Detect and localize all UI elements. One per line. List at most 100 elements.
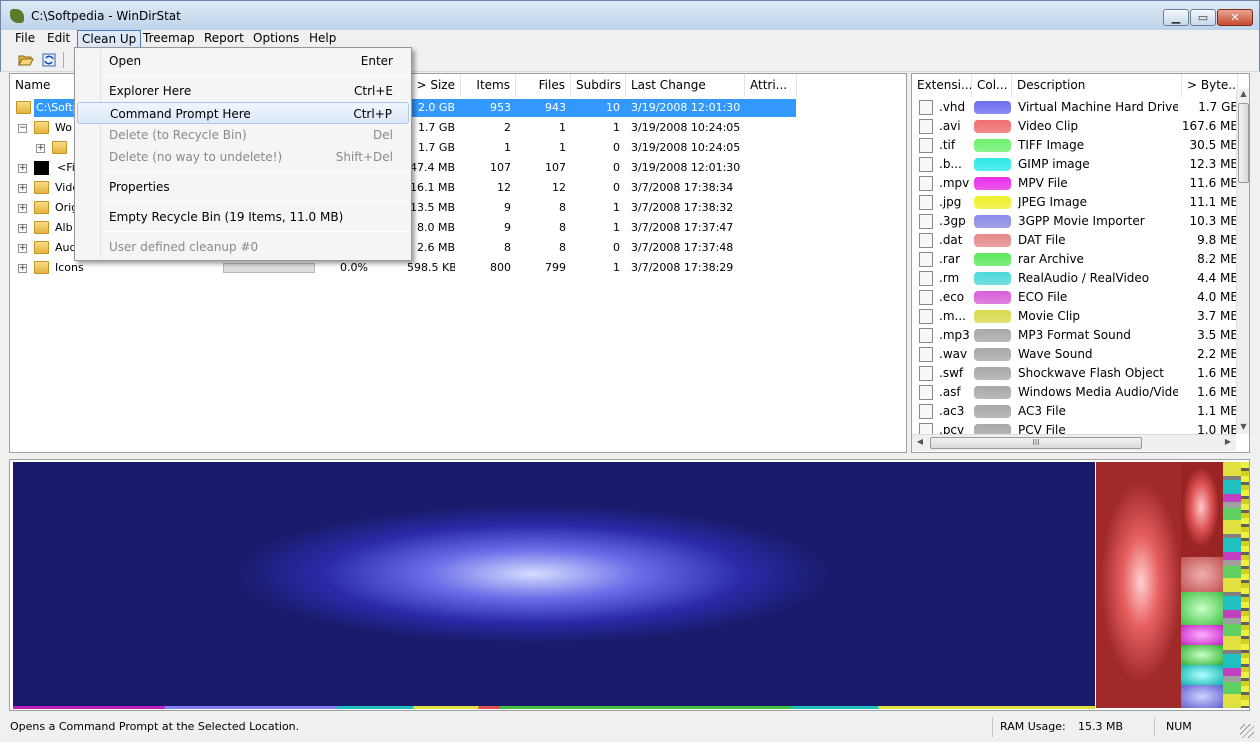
column-header-size[interactable]: > Size	[407, 74, 461, 97]
menu-item-properties[interactable]: Properties	[77, 176, 409, 198]
title-bar[interactable]: C:\Softpedia - WinDirStat ▁ ▭ ✕	[0, 0, 1260, 30]
menu-edit[interactable]: Edit	[43, 30, 74, 48]
scroll-up-icon[interactable]: ▲	[1238, 89, 1249, 101]
scroll-left-icon[interactable]: ◀	[914, 437, 926, 449]
color-swatch	[974, 101, 1011, 114]
extension-row[interactable]: .mpv MPV File 11.6 ME	[912, 174, 1238, 193]
extension-row[interactable]: .ac3 AC3 File 1.1 ME	[912, 402, 1238, 421]
menu-item-label: User defined cleanup #0	[109, 240, 259, 254]
extension-description: TIFF Image	[1018, 138, 1085, 152]
expand-icon[interactable]: +	[36, 144, 45, 153]
menu-item-label: Explorer Here	[109, 84, 192, 98]
extension-horizontal-scrollbar[interactable]: ◀ III ▶	[912, 434, 1236, 451]
refresh-button[interactable]	[40, 51, 58, 69]
extension-row[interactable]: .rm RealAudio / RealVideo 4.4 ME	[912, 269, 1238, 288]
extension-list[interactable]: Extensi... Col... Description > Byte... …	[911, 73, 1250, 453]
extension-description: AC3 File	[1018, 404, 1066, 418]
menu-item-open[interactable]: Open Enter	[77, 50, 409, 72]
extension-row[interactable]: .mp3 MP3 Format Sound 3.5 ME	[912, 326, 1238, 345]
menu-item-shortcut: Ctrl+P	[353, 107, 392, 121]
color-swatch	[974, 405, 1011, 418]
table-row[interactable]: + Icons 0.0% 598.5 KB 800 799 1 3/7/2008…	[10, 258, 796, 278]
folder-icon	[34, 181, 49, 194]
maximize-icon: ▭	[1197, 11, 1209, 24]
extension-row[interactable]: .b... GIMP image 12.3 ME	[912, 155, 1238, 174]
extension-description: JPEG Image	[1018, 195, 1088, 209]
extension-description: MP3 Format Sound	[1018, 328, 1131, 342]
horizontal-scroll-thumb[interactable]: III	[930, 437, 1142, 449]
treemap-block-mpv[interactable]	[1181, 625, 1223, 645]
column-header-color[interactable]: Col...	[972, 74, 1012, 97]
treemap-block-avi-2[interactable]	[1181, 462, 1223, 557]
extension-row[interactable]: .wav Wave Sound 2.2 ME	[912, 345, 1238, 364]
treemap-block-small-files[interactable]	[1223, 462, 1241, 708]
column-header-files[interactable]: Files	[516, 74, 571, 97]
expand-icon[interactable]: +	[18, 164, 27, 173]
column-header-items[interactable]: Items	[461, 74, 516, 97]
menu-item-command-prompt-here[interactable]: Command Prompt Here Ctrl+P	[77, 102, 409, 124]
extension-row[interactable]: .jpg JPEG Image 11.1 ME	[912, 193, 1238, 212]
menu-file[interactable]: File	[11, 30, 39, 48]
expand-icon[interactable]: +	[18, 244, 27, 253]
expand-icon[interactable]: +	[18, 204, 27, 213]
treemap-block-avi[interactable]	[1096, 462, 1181, 708]
column-header-extension[interactable]: Extensi...	[912, 74, 972, 97]
extension-name: .b...	[939, 157, 962, 171]
menu-item-empty-recycle-bin-19-items-11-0-mb[interactable]: Empty Recycle Bin (19 Items, 11.0 MB)	[77, 206, 409, 228]
column-header-bytes[interactable]: > Byte...	[1182, 74, 1238, 97]
treemap-block-3gp[interactable]	[1181, 685, 1223, 708]
treemap-block-tiny-files[interactable]	[1241, 462, 1249, 708]
row-items: 9	[504, 201, 511, 214]
extension-row[interactable]: .vhd Virtual Machine Hard Drive I... 1.7 G…	[912, 98, 1238, 117]
extension-row[interactable]: .m... Movie Clip 3.7 ME	[912, 307, 1238, 326]
extension-row[interactable]: .asf Windows Media Audio/Vide... 1.6 ME	[912, 383, 1238, 402]
treemap-block-avi-3[interactable]	[1181, 557, 1223, 592]
extension-bytes: 9.8 ME	[1197, 233, 1238, 247]
column-header-attributes[interactable]: Attri...	[745, 74, 797, 97]
row-last-change: 3/19/2008 10:24:05	[631, 121, 741, 134]
extension-row[interactable]: .avi Video Clip 167.6 ME	[912, 117, 1238, 136]
expand-icon[interactable]: +	[18, 184, 27, 193]
expand-icon[interactable]: +	[18, 224, 27, 233]
extension-description: 3GPP Movie Importer	[1018, 214, 1145, 228]
expand-icon[interactable]: +	[18, 264, 27, 273]
scroll-right-icon[interactable]: ▶	[1222, 437, 1234, 449]
collapse-icon[interactable]: −	[18, 124, 27, 133]
treemap-block-rar[interactable]	[1181, 645, 1223, 665]
extension-row[interactable]: .eco ECO File 4.0 ME	[912, 288, 1238, 307]
extension-row[interactable]: .dat DAT File 9.8 ME	[912, 231, 1238, 250]
menu-options[interactable]: Options	[249, 30, 303, 48]
resize-grip-icon[interactable]	[1240, 724, 1254, 738]
scroll-down-icon[interactable]: ▼	[1238, 422, 1249, 434]
menu-item-label: Command Prompt Here	[110, 107, 251, 121]
column-header-subdirs[interactable]: Subdirs	[571, 74, 626, 97]
menu-help[interactable]: Help	[305, 30, 340, 48]
open-folder-button[interactable]	[17, 51, 35, 69]
app-icon[interactable]	[10, 9, 24, 23]
file-type-icon	[919, 347, 933, 362]
maximize-button[interactable]: ▭	[1190, 9, 1216, 26]
column-header-last-change[interactable]: Last Change	[626, 74, 745, 97]
vertical-scroll-thumb[interactable]	[1238, 103, 1249, 183]
menu-item-explorer-here[interactable]: Explorer Here Ctrl+E	[77, 80, 409, 102]
menu-clean-up[interactable]: Clean Up	[77, 30, 142, 48]
color-swatch	[974, 310, 1011, 323]
extension-row[interactable]: .pcv PCV File 1.0 ME	[912, 421, 1238, 435]
extension-row[interactable]: .rar rar Archive 8.2 ME	[912, 250, 1238, 269]
treemap-block-tif[interactable]	[1181, 592, 1223, 625]
close-button[interactable]: ✕	[1217, 9, 1253, 26]
column-header-description[interactable]: Description	[1012, 74, 1182, 97]
extension-vertical-scrollbar[interactable]: ▲ ▼	[1236, 89, 1249, 434]
extension-bytes: 11.1 ME	[1189, 195, 1238, 209]
menu-report[interactable]: Report	[200, 30, 248, 48]
treemap[interactable]	[9, 459, 1250, 711]
treemap-block-vhd[interactable]	[13, 462, 1095, 708]
extension-name: .m...	[939, 309, 966, 323]
extension-description: RealAudio / RealVideo	[1018, 271, 1150, 285]
extension-row[interactable]: .tif TIFF Image 30.5 ME	[912, 136, 1238, 155]
minimize-button[interactable]: ▁	[1163, 9, 1189, 26]
extension-row[interactable]: .swf Shockwave Flash Object 1.6 ME	[912, 364, 1238, 383]
menu-treemap[interactable]: Treemap	[139, 30, 199, 48]
treemap-block-bmp[interactable]	[1181, 665, 1223, 685]
extension-row[interactable]: .3gp 3GPP Movie Importer 10.3 ME	[912, 212, 1238, 231]
